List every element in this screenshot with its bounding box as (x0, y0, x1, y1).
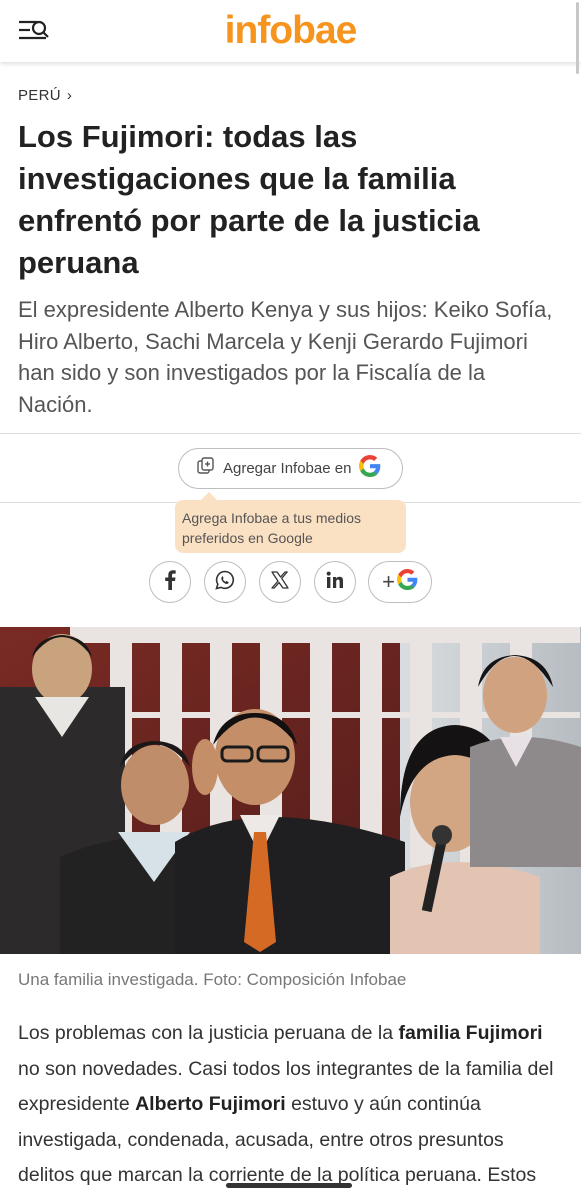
google-add-icon (396, 569, 418, 595)
photo-caption: Una familia investigada. Foto: Composici… (18, 970, 407, 989)
linkedin-icon (326, 571, 344, 594)
article-body-paragraph: Los problemas con la justicia peruana de… (18, 1016, 563, 1194)
facebook-share-button[interactable] (149, 561, 191, 603)
plus-label: + (382, 569, 395, 594)
google-add-share-button[interactable]: + (368, 561, 432, 603)
divider (0, 433, 581, 434)
google-button-label: Agregar Infobae en (223, 460, 352, 477)
link-familia-fujimori[interactable]: familia Fujimori (398, 1022, 542, 1044)
home-indicator[interactable] (226, 1183, 352, 1188)
google-tooltip: Agrega Infobae a tus medios preferidos e… (175, 492, 406, 553)
google-icon (359, 455, 381, 482)
article-subhead: El expresidente Alberto Kenya y sus hijo… (18, 297, 553, 417)
x-share-button[interactable] (259, 561, 301, 603)
article-photo[interactable] (0, 627, 581, 954)
facebook-icon (163, 569, 177, 595)
whatsapp-share-button[interactable] (204, 561, 246, 603)
scrollbar[interactable] (576, 2, 579, 74)
site-header: infobae (0, 0, 581, 62)
site-logo[interactable]: infobae (0, 9, 581, 53)
breadcrumb[interactable]: PERÚ › (18, 87, 72, 104)
whatsapp-icon (215, 570, 235, 595)
x-icon (271, 570, 289, 594)
body-text: Los problemas con la justicia peruana de… (18, 1022, 399, 1044)
chevron-right-icon: › (66, 87, 73, 104)
article-headline: Los Fujimori: todas las investigaciones … (18, 119, 480, 280)
link-alberto-fujimori[interactable]: Alberto Fujimori (135, 1093, 286, 1115)
add-infobae-google-button[interactable]: Agregar Infobae en (178, 448, 403, 489)
add-source-icon (197, 457, 215, 480)
section-label[interactable]: PERÚ (18, 87, 61, 104)
linkedin-share-button[interactable] (314, 561, 356, 603)
